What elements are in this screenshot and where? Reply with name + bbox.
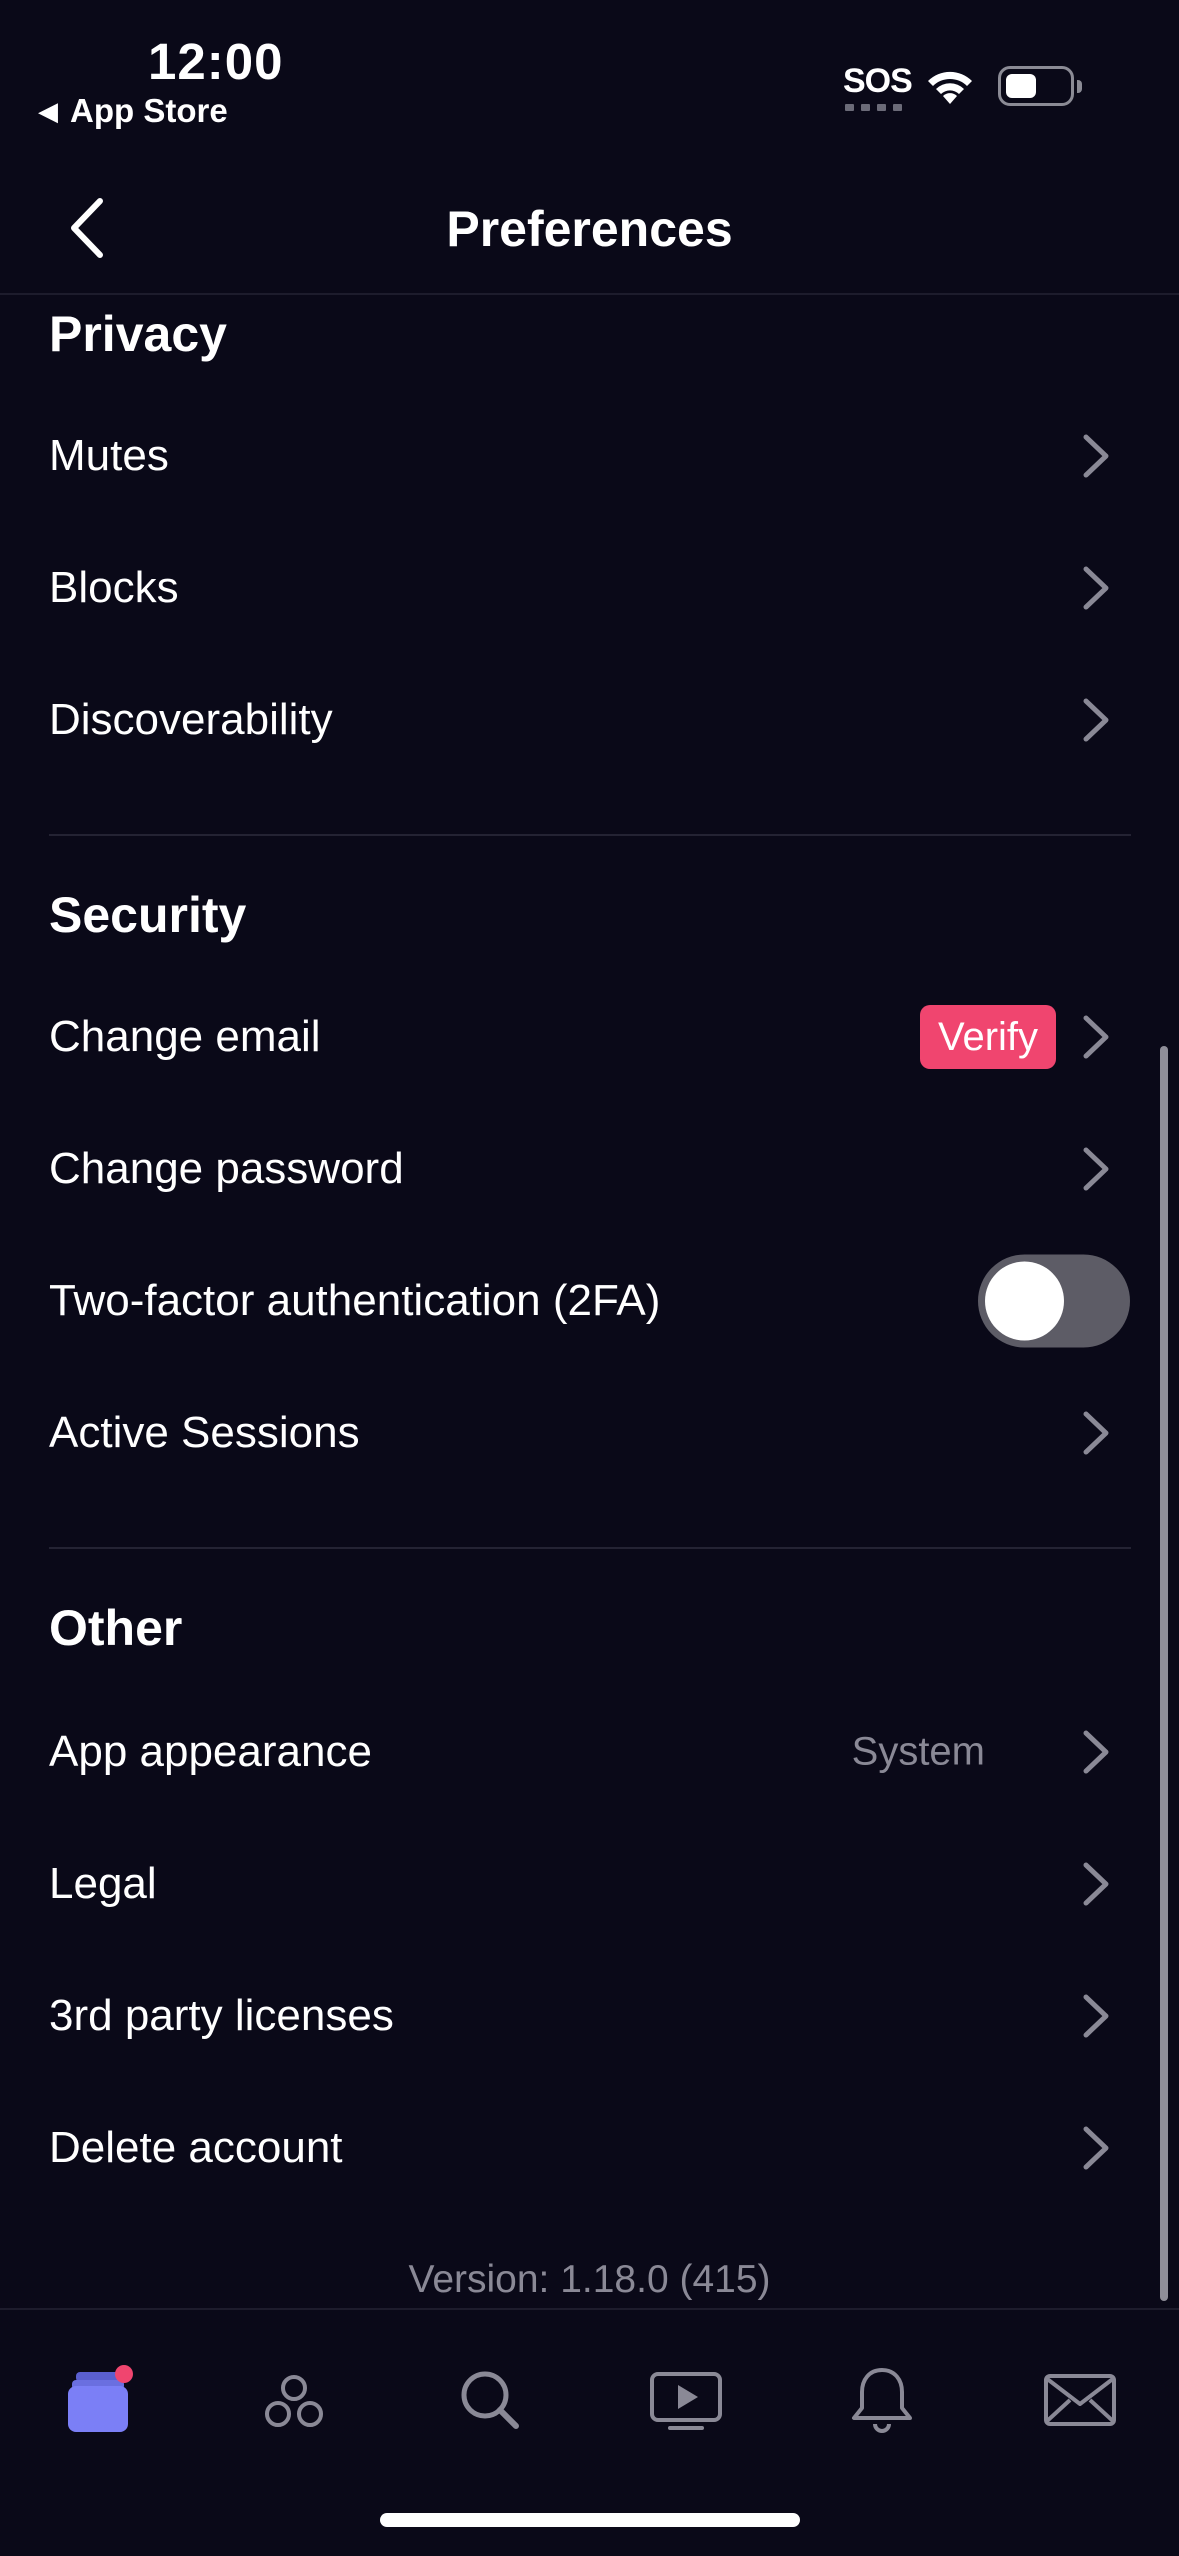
chevron-right-icon xyxy=(1083,1994,1109,2038)
row-delete-account[interactable]: Delete account xyxy=(0,2088,1130,2208)
verify-badge: Verify xyxy=(920,1005,1057,1069)
section-title-privacy: Privacy xyxy=(49,306,227,362)
section-title-other: Other xyxy=(49,1600,183,1656)
row-label: App appearance xyxy=(49,1727,372,1776)
row-blocks[interactable]: Blocks xyxy=(0,528,1130,648)
chevron-right-icon xyxy=(1083,698,1109,742)
row-label: Delete account xyxy=(49,2123,343,2172)
row-label: Legal xyxy=(49,1859,157,1908)
row-mutes[interactable]: Mutes xyxy=(0,396,1130,516)
back-to-app-link[interactable]: ◀ App Store xyxy=(38,92,228,130)
tab-communities[interactable] xyxy=(244,2350,344,2450)
notifications-icon xyxy=(852,2368,912,2433)
toggle-knob xyxy=(985,1261,1064,1341)
section-divider xyxy=(49,1547,1131,1549)
signal-dots-icon xyxy=(845,104,902,111)
tab-messages[interactable] xyxy=(1030,2350,1130,2450)
row-discoverability[interactable]: Discoverability xyxy=(0,660,1130,780)
messages-icon xyxy=(1044,2374,1116,2426)
row-label: Discoverability xyxy=(49,695,333,744)
chevron-right-icon xyxy=(1083,434,1109,478)
row-change-email[interactable]: Change email Verify xyxy=(0,977,1130,1097)
row-3rd-party-licenses[interactable]: 3rd party licenses xyxy=(0,1956,1130,2076)
sos-indicator: SOS xyxy=(843,62,913,100)
chevron-right-icon xyxy=(1083,1862,1109,1906)
row-label: Change password xyxy=(49,1144,404,1193)
row-active-sessions[interactable]: Active Sessions xyxy=(0,1373,1130,1493)
tab-video[interactable] xyxy=(636,2350,736,2450)
row-legal[interactable]: Legal xyxy=(0,1824,1130,1944)
back-triangle-icon: ◀ xyxy=(38,95,58,126)
chevron-right-icon xyxy=(1083,566,1109,610)
page-title: Preferences xyxy=(446,201,733,257)
feeds-icon xyxy=(68,2365,133,2432)
back-app-label: App Store xyxy=(70,92,228,129)
tab-search[interactable] xyxy=(440,2350,540,2450)
home-indicator[interactable] xyxy=(380,2513,800,2527)
video-icon xyxy=(650,2372,722,2430)
screen: { "status_bar": { "time": "12:00", "back… xyxy=(0,0,1179,2556)
row-label: Mutes xyxy=(49,431,169,480)
chevron-right-icon xyxy=(1083,1730,1109,1774)
row-label: Two-factor authentication (2FA) xyxy=(49,1276,661,1325)
row-two-factor: Two-factor authentication (2FA) xyxy=(0,1241,1130,1361)
row-app-appearance[interactable]: App appearance System xyxy=(0,1692,1130,1812)
chevron-right-icon xyxy=(1083,1015,1109,1059)
two-factor-toggle[interactable] xyxy=(978,1254,1130,1348)
section-title-security: Security xyxy=(49,887,247,943)
version-label: Version: 1.18.0 (415) xyxy=(408,2258,771,2301)
communities-icon xyxy=(265,2375,323,2427)
chevron-right-icon xyxy=(1083,1411,1109,1455)
wifi-icon xyxy=(928,71,972,104)
row-label: Change email xyxy=(49,1012,321,1061)
chevron-right-icon xyxy=(1083,2126,1109,2170)
chevron-right-icon xyxy=(1083,1147,1109,1191)
app-appearance-value: System xyxy=(851,1729,985,1774)
section-divider xyxy=(49,834,1131,836)
status-time: 12:00 xyxy=(148,33,284,90)
row-label: Active Sessions xyxy=(49,1408,360,1457)
scrollbar[interactable] xyxy=(1160,1046,1168,2301)
battery-icon xyxy=(998,66,1082,106)
row-label: Blocks xyxy=(49,563,179,612)
row-label: 3rd party licenses xyxy=(49,1991,394,2040)
navigation-bar: Preferences xyxy=(0,155,1179,295)
row-change-password[interactable]: Change password xyxy=(0,1109,1130,1229)
search-icon xyxy=(461,2371,519,2429)
tab-feeds[interactable] xyxy=(48,2350,148,2450)
tab-notifications[interactable] xyxy=(832,2350,932,2450)
